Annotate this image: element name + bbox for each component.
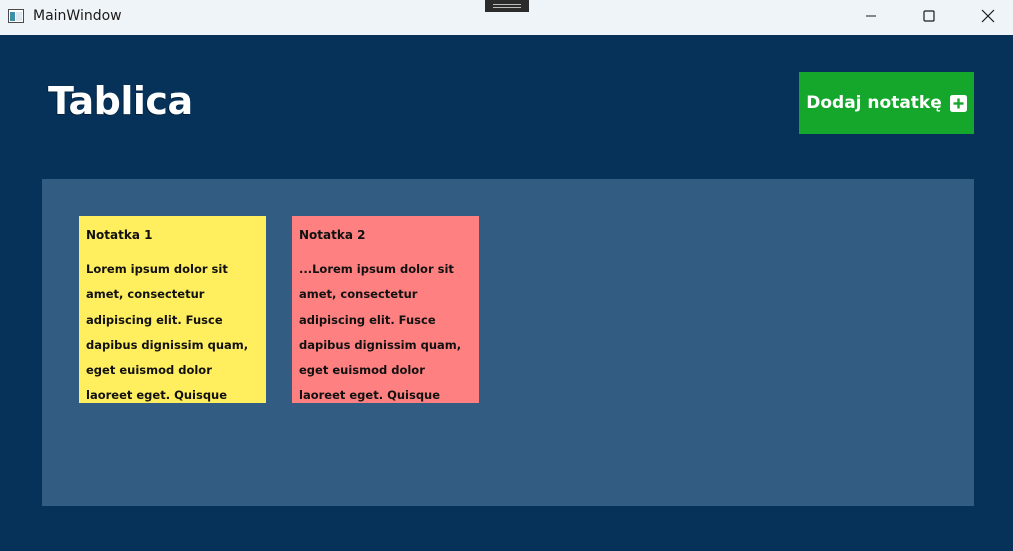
plus-square-icon bbox=[949, 94, 967, 112]
minimize-button[interactable] bbox=[848, 0, 894, 32]
app-window-icon bbox=[8, 9, 24, 23]
add-note-button[interactable]: Dodaj notatkę bbox=[799, 72, 974, 134]
note-body: ...Lorem ipsum dolor sit amet, consectet… bbox=[299, 262, 462, 403]
note-body: Lorem ipsum dolor sit amet, consectetur … bbox=[86, 262, 249, 403]
main-content: Tablica Dodaj notatkę Notatka 1 Lorem ip… bbox=[0, 35, 1013, 551]
page-title: Tablica bbox=[48, 79, 193, 123]
snap-layout-grip[interactable] bbox=[485, 0, 529, 12]
note-title: Notatka 2 bbox=[299, 228, 366, 242]
notes-board: Notatka 1 Lorem ipsum dolor sit amet, co… bbox=[42, 179, 974, 506]
window-title: MainWindow bbox=[33, 8, 122, 24]
minimize-icon bbox=[866, 15, 876, 17]
close-icon bbox=[981, 9, 995, 23]
add-note-label: Dodaj notatkę bbox=[806, 93, 942, 113]
maximize-icon bbox=[923, 10, 935, 22]
title-bar: MainWindow bbox=[0, 0, 1013, 35]
note-card[interactable]: Notatka 1 Lorem ipsum dolor sit amet, co… bbox=[79, 216, 266, 403]
note-title: Notatka 1 bbox=[86, 228, 153, 242]
note-card[interactable]: Notatka 2 ...Lorem ipsum dolor sit amet,… bbox=[292, 216, 479, 403]
maximize-button[interactable] bbox=[906, 0, 952, 32]
close-button[interactable] bbox=[965, 0, 1011, 32]
